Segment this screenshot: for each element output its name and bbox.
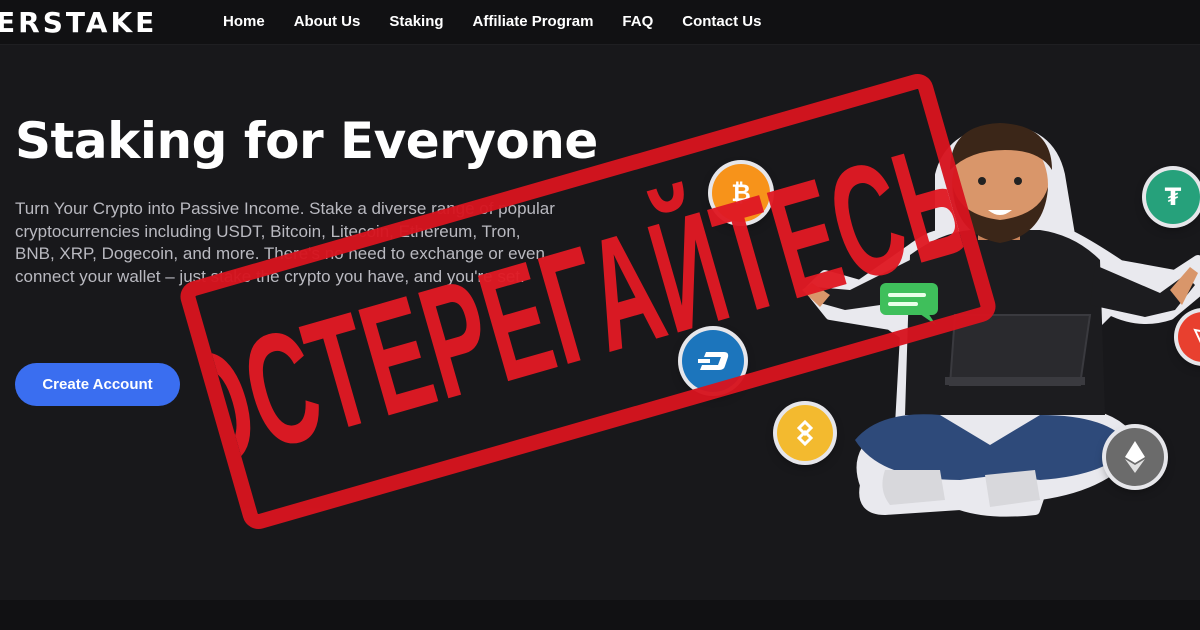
nav-contact-us[interactable]: Contact Us [682,13,761,30]
hero-title: Staking for Everyone [15,112,598,170]
top-navigation-bar: ERSTAKE Home About Us Staking Affiliate … [0,0,1200,45]
main-nav: Home About Us Staking Affiliate Program … [223,13,761,30]
next-section-edge [0,600,1200,630]
ethereum-icon [1123,440,1147,474]
tron-icon [1193,327,1200,347]
nav-affiliate-program[interactable]: Affiliate Program [473,13,594,30]
nav-faq[interactable]: FAQ [622,13,653,30]
brand-logo[interactable]: ERSTAKE [0,6,157,39]
bnb-icon [790,418,820,448]
nav-staking[interactable]: Staking [389,13,443,30]
ethereum-coin [1106,428,1164,486]
bnb-coin [777,405,833,461]
tether-icon: ₮ [1158,182,1188,212]
tether-coin: ₮ [1146,170,1200,224]
create-account-button[interactable]: Create Account [15,363,180,406]
svg-text:₮: ₮ [1165,183,1182,211]
nav-home[interactable]: Home [223,13,265,30]
nav-about-us[interactable]: About Us [294,13,361,30]
